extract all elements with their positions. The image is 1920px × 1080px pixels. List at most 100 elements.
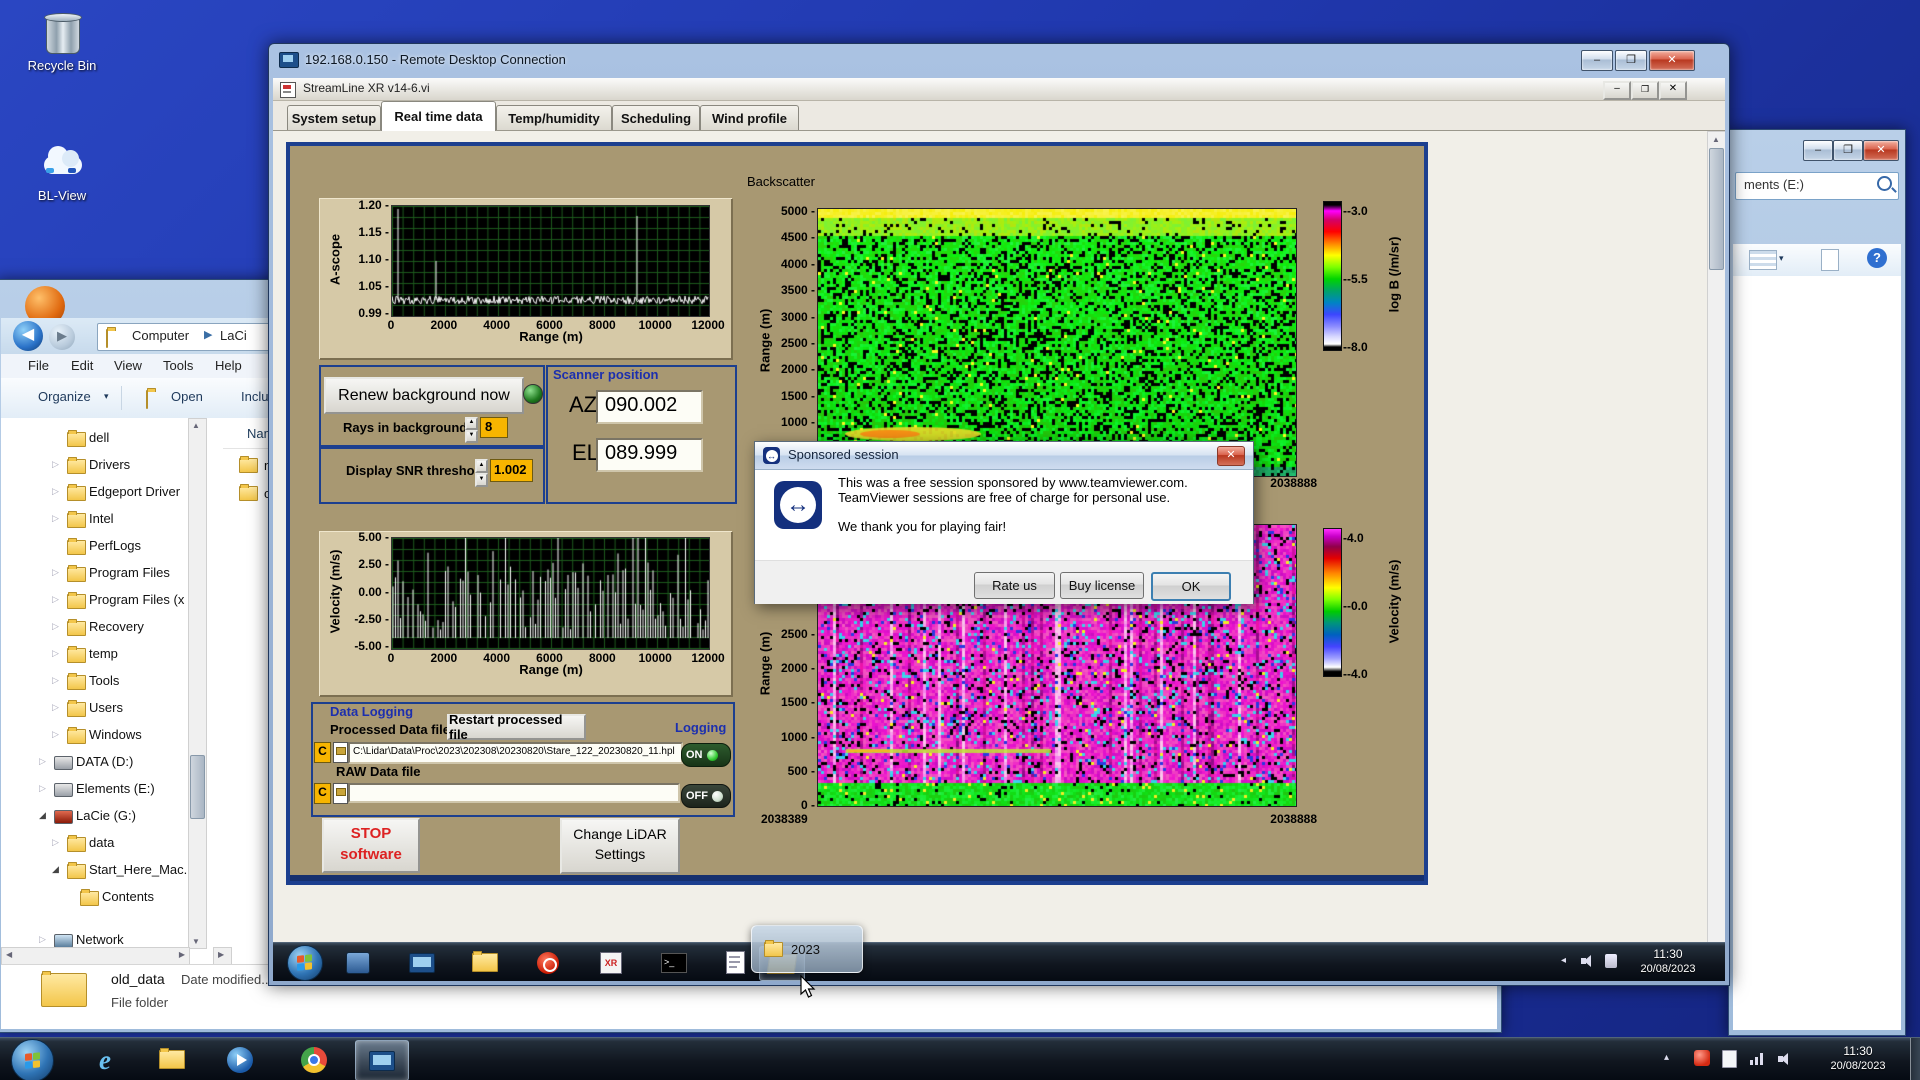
stop-software-button[interactable]: STOP software bbox=[322, 818, 420, 873]
desktop-icon-bl-view[interactable]: BL-View bbox=[18, 140, 106, 203]
menu-view[interactable]: View bbox=[114, 358, 142, 373]
taskbar-preview[interactable]: 2023 bbox=[751, 925, 863, 973]
restart-processed-file-button[interactable]: Restart processed file bbox=[447, 714, 586, 740]
sidebar-item-users[interactable]: ▷Users bbox=[1, 698, 188, 720]
menu-help[interactable]: Help bbox=[215, 358, 242, 373]
sidebar-item-start-here-mac-[interactable]: ◢Start_Here_Mac.. bbox=[1, 860, 188, 882]
rdp-restore-button[interactable]: ❐ bbox=[1615, 50, 1647, 71]
expand-icon[interactable]: ▷ bbox=[52, 702, 59, 713]
taskbar-rdp-icon[interactable] bbox=[355, 1040, 409, 1080]
network-icon[interactable] bbox=[1750, 1052, 1766, 1065]
views-icon[interactable] bbox=[1749, 250, 1777, 270]
rdp-close-button[interactable]: ✕ bbox=[1649, 50, 1695, 71]
sidebar-item-elements-e-[interactable]: ▷Elements (E:) bbox=[1, 779, 188, 801]
views-caret-icon[interactable]: ▾ bbox=[1779, 253, 1784, 264]
expand-icon[interactable]: ▷ bbox=[39, 783, 46, 794]
processed-logging-toggle[interactable]: ON bbox=[681, 743, 731, 767]
remote-taskbar-console-icon[interactable]: >_ bbox=[652, 946, 696, 979]
min-button-right-explorer[interactable]: – bbox=[1803, 140, 1833, 161]
tab-temp-humidity[interactable]: Temp/humidity bbox=[496, 105, 612, 130]
menu-file[interactable]: File bbox=[28, 358, 49, 373]
remote-tray-expand-icon[interactable]: ◂ bbox=[1561, 955, 1566, 966]
sidebar-item-data[interactable]: ▷data bbox=[1, 833, 188, 855]
sidebar-item-edgeport-driver[interactable]: ▷Edgeport Driver bbox=[1, 482, 188, 504]
collapse-icon[interactable]: ◢ bbox=[52, 864, 59, 875]
tab-wind-profile[interactable]: Wind profile bbox=[700, 105, 799, 130]
sidebar-item-program-files[interactable]: ▷Program Files bbox=[1, 563, 188, 585]
tab-scheduling[interactable]: Scheduling bbox=[612, 105, 700, 130]
remote-clock[interactable]: 11:30 20/08/2023 bbox=[1625, 947, 1711, 977]
expand-icon[interactable]: ▷ bbox=[39, 934, 46, 945]
ok-button[interactable]: OK bbox=[1151, 572, 1231, 601]
expand-icon[interactable]: ▷ bbox=[52, 621, 59, 632]
remote-taskbar-app-window-icon[interactable] bbox=[336, 946, 380, 979]
remote-taskbar-display-icon[interactable] bbox=[400, 946, 444, 979]
tray-document-icon[interactable] bbox=[1722, 1050, 1737, 1068]
scroll-up-icon[interactable]: ▲ bbox=[192, 421, 200, 430]
scroll-down-icon[interactable]: ▼ bbox=[192, 937, 200, 946]
max-button-right-explorer[interactable]: ❐ bbox=[1833, 140, 1863, 161]
raw-logging-toggle[interactable]: OFF bbox=[681, 784, 731, 808]
tab-real-time-data[interactable]: Real time data bbox=[381, 101, 496, 131]
sidebar-item-program-files-x[interactable]: ▷Program Files (x bbox=[1, 590, 188, 612]
expand-icon[interactable]: ▷ bbox=[52, 567, 59, 578]
raw-drive-selector[interactable]: C bbox=[314, 783, 331, 804]
renew-background-button[interactable]: Renew background now bbox=[324, 377, 524, 414]
taskbar-ie-icon[interactable]: e bbox=[79, 1040, 131, 1079]
rate-us-button[interactable]: Rate us bbox=[974, 572, 1055, 599]
streamline-titlebar[interactable]: StreamLine XR v14-6.vi – ❐ ✕ bbox=[273, 78, 1725, 101]
expand-icon[interactable]: ▷ bbox=[52, 459, 59, 470]
back-button[interactable]: ◀ bbox=[13, 321, 43, 351]
open-button[interactable]: Open bbox=[171, 389, 203, 404]
expand-icon[interactable]: ▷ bbox=[52, 513, 59, 524]
remote-taskbar-power-stop-icon[interactable] bbox=[526, 946, 570, 979]
menu-edit[interactable]: Edit bbox=[71, 358, 93, 373]
clock[interactable]: 11:30 20/08/2023 bbox=[1812, 1044, 1904, 1074]
expand-icon[interactable]: ▷ bbox=[52, 837, 59, 848]
sidebar-item-dell[interactable]: dell bbox=[1, 428, 188, 450]
rays-value-field[interactable]: 8 bbox=[480, 417, 508, 438]
help-icon[interactable]: ? bbox=[1867, 248, 1887, 268]
organize-button[interactable]: Organize bbox=[38, 389, 91, 404]
scroll-right-icon[interactable]: ▶ bbox=[179, 950, 185, 959]
show-desktop-button[interactable] bbox=[1910, 1038, 1920, 1080]
processed-browse-icon[interactable] bbox=[333, 742, 348, 763]
sidebar-item-windows[interactable]: ▷Windows bbox=[1, 725, 188, 747]
sidebar-item-tools[interactable]: ▷Tools bbox=[1, 671, 188, 693]
tree-scrollbar[interactable]: ▲ ▼ bbox=[188, 418, 207, 949]
snr-value-field[interactable]: 1.002 bbox=[490, 459, 533, 482]
sidebar-item-drivers[interactable]: ▷Drivers bbox=[1, 455, 188, 477]
rdp-minimize-button[interactable]: – bbox=[1581, 50, 1613, 71]
el-value-field[interactable]: 089.999 bbox=[596, 438, 703, 472]
taskbar-explorer-icon[interactable] bbox=[146, 1040, 198, 1079]
expand-icon[interactable]: ▷ bbox=[52, 675, 59, 686]
sidebar-item-data-d-[interactable]: ▷DATA (D:) bbox=[1, 752, 188, 774]
expand-icon[interactable]: ▷ bbox=[39, 756, 46, 767]
buy-license-button[interactable]: Buy license bbox=[1060, 572, 1144, 599]
vi-scrollbar[interactable]: ▲ ▼ bbox=[1707, 131, 1725, 981]
expand-icon[interactable]: ▷ bbox=[52, 648, 59, 659]
processed-path-field[interactable]: C:\Lidar\Data\Proc\2023\202308\20230820\… bbox=[348, 742, 683, 764]
close-button-right-explorer[interactable]: ✕ bbox=[1863, 140, 1899, 161]
remote-volume-icon[interactable] bbox=[1581, 955, 1595, 967]
sidebar-item-temp[interactable]: ▷temp bbox=[1, 644, 188, 666]
search-icon[interactable] bbox=[1877, 176, 1892, 191]
dialog-close-button[interactable]: ✕ bbox=[1217, 446, 1245, 466]
search-input[interactable]: ments (E:) bbox=[1735, 172, 1899, 200]
tray-alert-icon[interactable] bbox=[1694, 1050, 1710, 1066]
remote-taskbar-xr-app-icon[interactable]: XR bbox=[589, 946, 633, 979]
breadcrumb-lacie[interactable]: LaCi bbox=[220, 328, 247, 343]
sidebar-item-contents[interactable]: Contents bbox=[1, 887, 188, 909]
collapse-icon[interactable]: ◢ bbox=[39, 810, 46, 821]
expand-icon[interactable]: ▷ bbox=[52, 594, 59, 605]
change-lidar-settings-button[interactable]: Change LiDAR Settings bbox=[560, 818, 680, 874]
menu-tools[interactable]: Tools bbox=[163, 358, 193, 373]
sidebar-item-recovery[interactable]: ▷Recovery bbox=[1, 617, 188, 639]
rdp-titlebar[interactable]: 192.168.0.150 - Remote Desktop Connectio… bbox=[269, 44, 1729, 78]
vi-scroll-up-icon[interactable]: ▲ bbox=[1712, 135, 1720, 144]
remote-taskbar-folder-icon[interactable] bbox=[463, 946, 507, 979]
volume-icon[interactable] bbox=[1778, 1052, 1794, 1065]
expand-icon[interactable]: ▷ bbox=[52, 729, 59, 740]
preview-pane-icon[interactable] bbox=[1821, 249, 1839, 271]
tab-system-setup[interactable]: System setup bbox=[287, 105, 381, 130]
